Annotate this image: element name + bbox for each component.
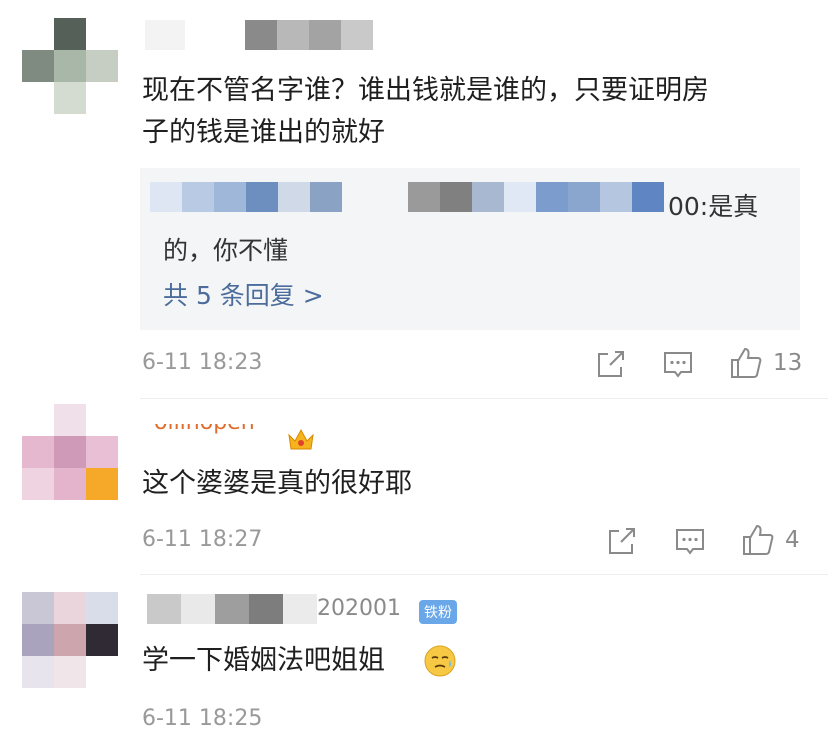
avatar-mosaic bbox=[22, 18, 118, 114]
username-masked[interactable] bbox=[145, 20, 385, 52]
reply-preview-line: 的，你不懂 bbox=[163, 236, 289, 265]
comment-icon bbox=[676, 529, 704, 555]
username-mosaic bbox=[145, 20, 373, 50]
reply-preview-text: 00:是真 的，你不懂 bbox=[163, 185, 783, 273]
username-masked[interactable]: oilihopen bbox=[146, 424, 326, 456]
comment-item: oilihopen 这个婆婆是真的很好耶 6-11 18:27 4 bbox=[0, 400, 828, 576]
avatar[interactable] bbox=[22, 592, 118, 692]
comment-text-content: 学一下婚姻法吧姐姐 bbox=[142, 645, 385, 676]
comment-time: 6-11 18:27 bbox=[142, 527, 263, 552]
avatar[interactable] bbox=[22, 404, 118, 500]
crown-icon bbox=[288, 428, 314, 450]
share-button[interactable] bbox=[604, 523, 644, 559]
sweat-face-icon bbox=[424, 645, 456, 677]
share-icon bbox=[598, 351, 624, 377]
reply-preview-line: 00:是真 bbox=[668, 192, 759, 221]
comment-button[interactable] bbox=[660, 346, 700, 382]
avatar-mosaic bbox=[22, 404, 118, 500]
username-masked[interactable]: 202001 铁粉 bbox=[145, 594, 465, 626]
like-icon bbox=[743, 524, 774, 555]
fan-badge: 铁粉 bbox=[419, 600, 457, 624]
like-button[interactable] bbox=[727, 344, 767, 380]
share-icon bbox=[609, 528, 635, 554]
comment-time: 6-11 18:25 bbox=[142, 706, 263, 731]
username-text: 202001 bbox=[317, 596, 401, 621]
view-replies-link[interactable]: 共 5 条回复 > bbox=[163, 276, 324, 312]
like-icon bbox=[731, 347, 762, 378]
comment-item: 202001 铁粉 学一下婚姻法吧姐姐 6-11 18:25 bbox=[0, 576, 828, 731]
reply-preview-box[interactable]: 00:是真 的，你不懂 共 5 条回复 > bbox=[140, 168, 800, 330]
comment-time: 6-11 18:23 bbox=[142, 350, 263, 375]
like-button[interactable] bbox=[739, 521, 779, 557]
comment-text-line: 子的钱是谁出的就好 bbox=[142, 117, 385, 148]
comment-button[interactable] bbox=[672, 523, 712, 559]
avatar[interactable] bbox=[22, 18, 118, 114]
comment-text-line: 现在不管名字谁？谁出钱就是谁的，只要证明房 bbox=[142, 75, 709, 106]
comment-item: 现在不管名字谁？谁出钱就是谁的，只要证明房 子的钱是谁出的就好 00:是真 的，… bbox=[0, 0, 828, 400]
comment-text: 现在不管名字谁？谁出钱就是谁的，只要证明房 子的钱是谁出的就好 bbox=[142, 70, 802, 154]
username-fragment: oilihopen bbox=[146, 424, 286, 440]
avatar-mosaic bbox=[22, 592, 118, 688]
comment-icon bbox=[664, 352, 692, 378]
divider bbox=[140, 398, 828, 399]
share-button[interactable] bbox=[593, 346, 633, 382]
like-count: 4 bbox=[785, 527, 800, 553]
username-text: oilihopen bbox=[154, 424, 255, 435]
comment-text: 这个婆婆是真的很好耶 bbox=[142, 468, 412, 499]
like-count: 13 bbox=[773, 350, 803, 376]
divider bbox=[140, 574, 828, 575]
comment-text: 学一下婚姻法吧姐姐 bbox=[142, 640, 385, 682]
